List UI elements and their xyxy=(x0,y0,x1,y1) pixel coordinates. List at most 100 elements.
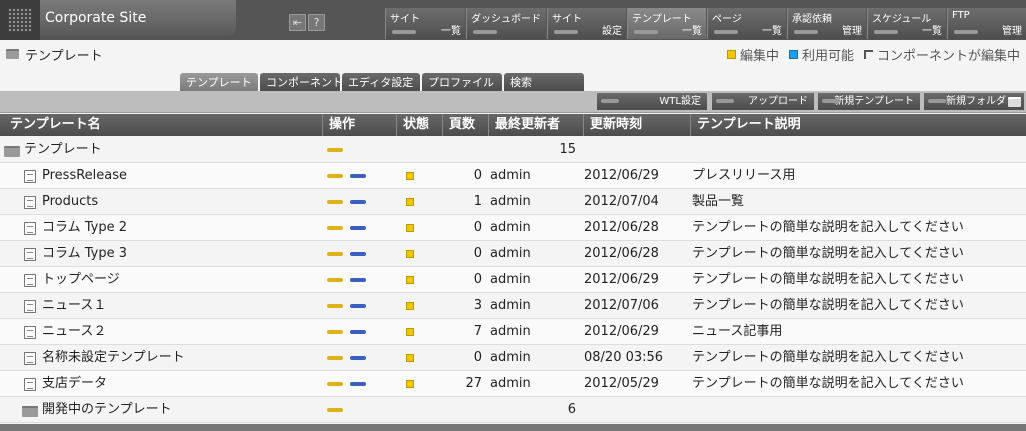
page-count: 0 xyxy=(473,220,482,235)
pill-icon xyxy=(554,30,578,34)
pill-icon xyxy=(601,99,619,103)
col-status[interactable]: 状態 xyxy=(396,114,429,136)
preview-icon[interactable] xyxy=(350,200,366,204)
nav-ftp[interactable]: FTP 管理 xyxy=(947,8,1026,39)
page-count: 0 xyxy=(473,246,482,261)
new-folder-button[interactable]: 新規フォルダ xyxy=(924,93,1024,110)
table-row[interactable]: 名称未設定テンプレート 0 admin 08/20 03:56 テンプレートの簡単な説明… xyxy=(0,345,1026,371)
preview-icon[interactable] xyxy=(350,304,366,308)
help-icon[interactable]: ? xyxy=(308,14,325,31)
tab-template[interactable]: テンプレート xyxy=(180,73,258,92)
nav-site-settings[interactable]: サイト 設定 xyxy=(547,8,626,39)
edit-icon[interactable] xyxy=(327,356,343,360)
preview-icon[interactable] xyxy=(350,278,366,282)
app-logo[interactable] xyxy=(0,0,40,40)
edit-icon[interactable] xyxy=(327,330,343,334)
edit-icon[interactable] xyxy=(327,278,343,282)
nav-template-list[interactable]: テンプレート 一覧 xyxy=(627,8,706,39)
tab-component[interactable]: コンポーネント xyxy=(260,73,343,92)
legend-editing: 編集中 xyxy=(739,48,779,64)
exit-icon[interactable]: ⇤ xyxy=(289,14,306,31)
nav-dashboard[interactable]: ダッシュボード xyxy=(466,8,546,39)
template-name[interactable]: ニュース１ xyxy=(42,293,106,319)
col-pages[interactable]: 頁数 xyxy=(442,114,475,136)
table-row[interactable]: ニュース２ 7 admin 2012/06/29 ニュース記事用 xyxy=(0,319,1026,345)
template-name[interactable]: コラム Type 3 xyxy=(42,241,127,267)
preview-icon[interactable] xyxy=(350,226,366,230)
col-updater[interactable]: 最終更新者 xyxy=(488,114,560,136)
dev-folder-row[interactable]: 開発中のテンプレート 6 xyxy=(0,397,1026,423)
page-count: 3 xyxy=(473,298,482,313)
template-doc-icon xyxy=(24,352,36,365)
wtl-settings-button[interactable]: WTL設定 xyxy=(597,93,707,110)
updated-time: 08/20 03:56 xyxy=(584,350,664,365)
preview-icon[interactable] xyxy=(350,174,366,178)
table-row[interactable]: 支店データ 27 admin 2012/05/29 テンプレートの簡単な説明を記入してく… xyxy=(0,371,1026,397)
col-desc[interactable]: テンプレート説明 xyxy=(690,114,801,136)
edit-icon[interactable] xyxy=(327,174,343,178)
folder-icon xyxy=(1008,97,1021,107)
sub-tabs: テンプレート コンポーネント エディタ設定 プロファイル 検索 xyxy=(180,73,584,92)
pill-icon xyxy=(954,30,978,34)
preview-icon[interactable] xyxy=(350,330,366,334)
edit-icon[interactable] xyxy=(327,148,343,152)
template-name[interactable]: 名称未設定テンプレート xyxy=(42,345,185,371)
template-name[interactable]: ニュース２ xyxy=(42,319,106,345)
edit-icon[interactable] xyxy=(327,252,343,256)
preview-icon[interactable] xyxy=(350,356,366,360)
breadcrumb-label[interactable]: テンプレート xyxy=(25,45,103,64)
table-row[interactable]: トップページ 0 admin 2012/06/29 テンプレートの簡単な説明を記入してく… xyxy=(0,267,1026,293)
edit-icon[interactable] xyxy=(327,408,343,412)
template-name[interactable]: トップページ xyxy=(42,267,120,293)
page-count: 0 xyxy=(473,272,482,287)
table-row[interactable]: PressRelease 0 admin 2012/06/29 プレスリリース用 xyxy=(0,163,1026,189)
table-row[interactable]: コラム Type 3 0 admin 2012/06/28 テンプレートの簡単な説明を記… xyxy=(0,241,1026,267)
table-row[interactable]: Products 1 admin 2012/07/04 製品一覧 xyxy=(0,189,1026,215)
tab-editor-settings[interactable]: エディタ設定 xyxy=(342,73,420,92)
root-folder-row[interactable]: テンプレート 15 xyxy=(0,137,1026,163)
updated-time: 2012/06/28 xyxy=(584,220,659,235)
last-updater: admin xyxy=(490,194,531,209)
nav-page-list[interactable]: ページ 一覧 xyxy=(707,8,786,39)
updated-time: 2012/07/06 xyxy=(584,298,659,313)
top-bar: Corporate Site ⇤ ? サイト 一覧 ダッシュボード サイト 設定 テ… xyxy=(0,0,1026,40)
upload-button[interactable]: アップロード xyxy=(712,93,814,110)
template-name[interactable]: PressRelease xyxy=(42,163,127,189)
table-row[interactable]: コラム Type 2 0 admin 2012/06/28 テンプレートの簡単な説明を記… xyxy=(0,215,1026,241)
table-row[interactable]: ニュース１ 3 admin 2012/07/06 テンプレートの簡単な説明を記入してくだ… xyxy=(0,293,1026,319)
nav-schedule[interactable]: スケジュール 一覧 xyxy=(867,8,946,39)
nav-approval[interactable]: 承認依頼 管理 xyxy=(787,8,866,39)
nav-site-list[interactable]: サイト 一覧 xyxy=(385,8,465,39)
status-editing-icon xyxy=(406,302,414,310)
status-editing-icon xyxy=(406,198,414,206)
folder-name[interactable]: 開発中のテンプレート xyxy=(42,397,172,423)
tab-profile[interactable]: プロファイル xyxy=(422,73,502,92)
corner-icon xyxy=(863,49,873,59)
tab-search[interactable]: 検索 xyxy=(504,73,584,92)
edit-icon[interactable] xyxy=(327,304,343,308)
col-name[interactable]: テンプレート名 xyxy=(10,114,101,136)
col-updated[interactable]: 更新時刻 xyxy=(583,114,642,136)
folder-count: 6 xyxy=(567,402,576,417)
edit-icon[interactable] xyxy=(327,200,343,204)
legend-component-editing: コンポーネントが編集中 xyxy=(876,48,1020,64)
new-template-button[interactable]: 新規テンプレート xyxy=(818,93,920,110)
template-description: テンプレートの簡単な説明を記入してください xyxy=(692,376,964,391)
template-name[interactable]: コラム Type 2 xyxy=(42,215,127,241)
edit-icon[interactable] xyxy=(327,226,343,230)
preview-icon[interactable] xyxy=(350,252,366,256)
folder-name[interactable]: テンプレート xyxy=(24,137,102,163)
preview-icon[interactable] xyxy=(350,382,366,386)
pill-icon xyxy=(473,30,497,34)
edit-icon[interactable] xyxy=(327,382,343,386)
site-title[interactable]: Corporate Site xyxy=(40,0,236,36)
pill-icon xyxy=(822,99,840,103)
template-doc-icon xyxy=(24,170,36,183)
breadcrumb: テンプレート xyxy=(6,45,103,64)
template-name[interactable]: 支店データ xyxy=(42,371,107,397)
template-name[interactable]: Products xyxy=(42,189,98,215)
template-description: テンプレートの簡単な説明を記入してください xyxy=(692,246,964,261)
updated-time: 2012/06/29 xyxy=(584,272,659,287)
template-doc-icon xyxy=(24,300,36,313)
action-toolbar: WTL設定 アップロード 新規テンプレート 新規フォルダ xyxy=(0,91,1026,113)
